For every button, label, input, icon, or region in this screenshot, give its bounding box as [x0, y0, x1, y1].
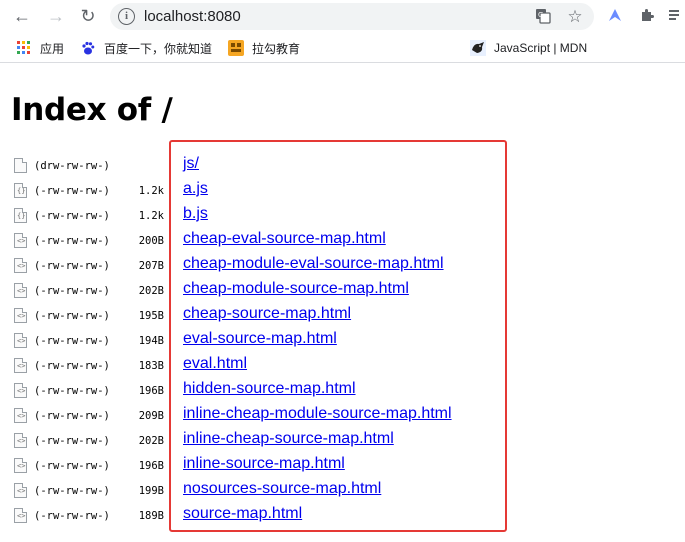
baidu-paw-icon [80, 40, 96, 56]
svg-text:G: G [538, 11, 543, 19]
file-permissions: (-rw-rw-rw-) [34, 410, 110, 422]
bookmark-star-icon[interactable]: ☆ [566, 8, 584, 26]
html-file-icon: <> [14, 258, 27, 273]
file-permissions: (-rw-rw-rw-) [34, 360, 110, 372]
file-permissions: (-rw-rw-rw-) [34, 260, 110, 272]
bookmarks-bar: 应用 百度一下，你就知道 拉勾教育 JavaScript | MDN [0, 33, 685, 63]
js-file-icon: {} [14, 208, 27, 223]
file-size: 196B [138, 385, 164, 397]
file-link[interactable]: cheap-module-eval-source-map.html [183, 255, 444, 273]
html-file-icon: <> [14, 308, 27, 323]
js-file-icon: {} [14, 183, 27, 198]
file-permissions: (drw-rw-rw-) [34, 160, 110, 172]
reload-icon[interactable]: ↻ [76, 4, 100, 28]
html-file-icon: <> [14, 333, 27, 348]
bookmark-mdn[interactable]: JavaScript | MDN [470, 39, 587, 57]
file-size: 183B [138, 360, 164, 372]
file-permissions: (-rw-rw-rw-) [34, 510, 110, 522]
file-permissions: (-rw-rw-rw-) [34, 185, 110, 197]
file-link[interactable]: a.js [183, 180, 208, 198]
bookmark-label: 拉勾教育 [252, 41, 301, 56]
html-file-icon: <> [14, 458, 27, 473]
file-size: 202B [138, 435, 164, 447]
file-link[interactable]: eval-source-map.html [183, 330, 337, 348]
translate-icon[interactable]: G [534, 8, 552, 26]
mdn-icon [470, 40, 486, 56]
page-title: Index of / [11, 92, 173, 128]
file-link[interactable]: inline-cheap-source-map.html [183, 430, 394, 448]
file-size: 199B [138, 485, 164, 497]
bookmark-baidu[interactable]: 百度一下，你就知道 [80, 39, 212, 57]
file-size: 196B [138, 460, 164, 472]
browser-toolbar: ← → ↻ i localhost:8080 G ☆ [0, 0, 685, 33]
file-link[interactable]: source-map.html [183, 505, 302, 523]
file-size: 194B [138, 335, 164, 347]
file-permissions: (-rw-rw-rw-) [34, 285, 110, 297]
file-size: 200B [138, 235, 164, 247]
file-permissions: (-rw-rw-rw-) [34, 235, 110, 247]
url-text: localhost:8080 [144, 8, 241, 25]
lagou-icon [228, 40, 244, 56]
back-arrow-icon[interactable]: ← [10, 4, 34, 28]
bookmark-lagou[interactable]: 拉勾教育 [228, 39, 300, 57]
extension-feather-icon[interactable] [606, 7, 624, 25]
file-link[interactable]: b.js [183, 205, 208, 223]
file-permissions: (-rw-rw-rw-) [34, 460, 110, 472]
file-link[interactable]: nosources-source-map.html [183, 480, 381, 498]
extensions-puzzle-icon[interactable] [638, 7, 656, 25]
html-file-icon: <> [14, 283, 27, 298]
html-file-icon: <> [14, 383, 27, 398]
reading-list-icon[interactable] [667, 7, 685, 25]
file-link[interactable]: inline-source-map.html [183, 455, 345, 473]
html-file-icon: <> [14, 483, 27, 498]
file-permissions: (-rw-rw-rw-) [34, 210, 110, 222]
file-size: 202B [138, 285, 164, 297]
file-link[interactable]: inline-cheap-module-source-map.html [183, 405, 452, 423]
file-permissions: (-rw-rw-rw-) [34, 385, 110, 397]
file-size: 207B [138, 260, 164, 272]
forward-arrow-icon[interactable]: → [44, 4, 68, 28]
file-size: 189B [138, 510, 164, 522]
file-size: 1.2k [138, 185, 164, 197]
file-permissions: (-rw-rw-rw-) [34, 435, 110, 447]
file-link[interactable]: cheap-eval-source-map.html [183, 230, 386, 248]
file-size: 1.2k [138, 210, 164, 222]
file-permissions: (-rw-rw-rw-) [34, 310, 110, 322]
html-file-icon: <> [14, 358, 27, 373]
file-link[interactable]: hidden-source-map.html [183, 380, 356, 398]
file-permissions: (-rw-rw-rw-) [34, 485, 110, 497]
html-file-icon: <> [14, 408, 27, 423]
apps-grid-icon [16, 40, 32, 56]
bookmark-label: 百度一下，你就知道 [104, 41, 213, 56]
address-bar[interactable]: i localhost:8080 G ☆ [110, 3, 594, 30]
file-size: 195B [138, 310, 164, 322]
html-file-icon: <> [14, 508, 27, 523]
bookmark-label: JavaScript | MDN [494, 41, 588, 55]
file-permissions: (-rw-rw-rw-) [34, 335, 110, 347]
folder-icon [14, 158, 27, 173]
html-file-icon: <> [14, 433, 27, 448]
bookmark-label: 应用 [40, 41, 65, 56]
file-size: 209B [138, 410, 164, 422]
html-file-icon: <> [14, 233, 27, 248]
site-info-icon[interactable]: i [118, 8, 135, 25]
file-link[interactable]: cheap-source-map.html [183, 305, 351, 323]
file-link[interactable]: cheap-module-source-map.html [183, 280, 409, 298]
bookmark-apps[interactable]: 应用 [16, 39, 64, 57]
file-link[interactable]: js/ [183, 155, 199, 173]
file-link[interactable]: eval.html [183, 355, 247, 373]
